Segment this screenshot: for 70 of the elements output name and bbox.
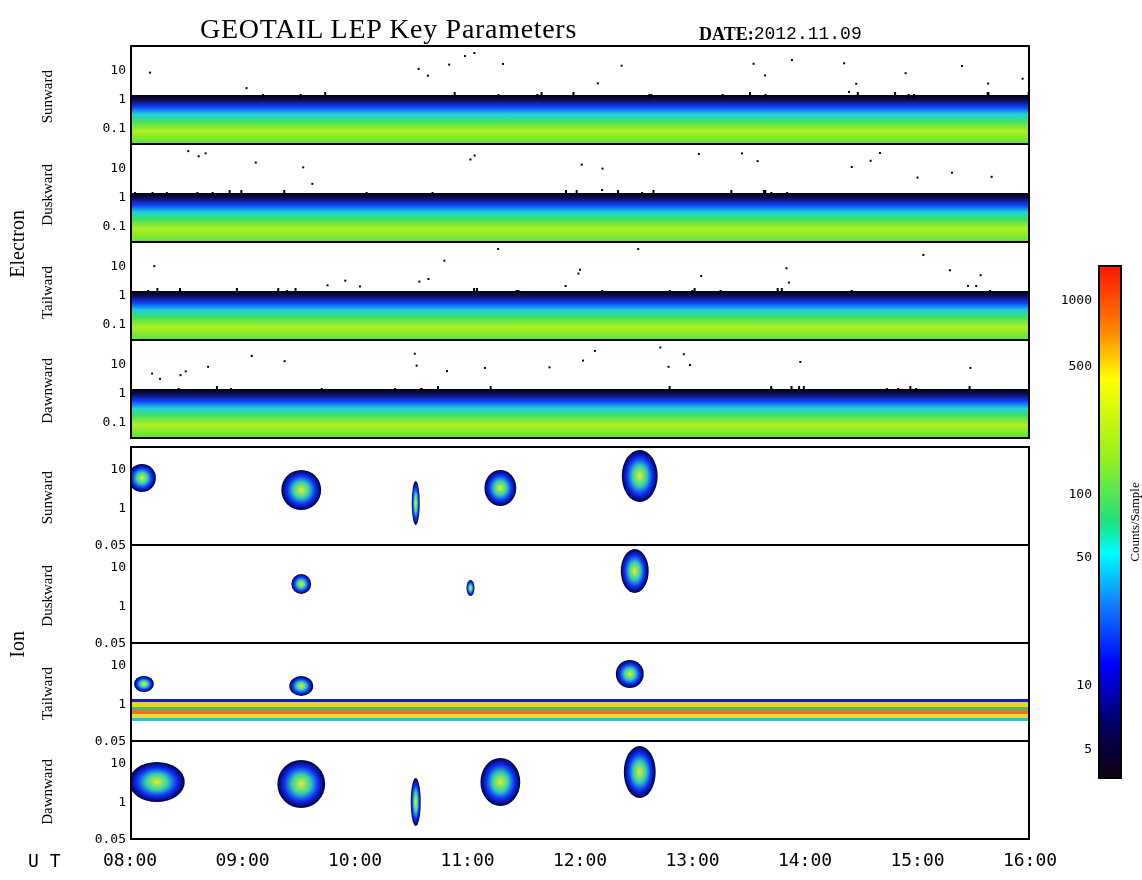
y-tick-label: 1	[118, 696, 126, 710]
y-tick-label: 1	[118, 385, 126, 399]
y-tick-label: 1	[118, 287, 126, 301]
y-tick-label: 10	[110, 62, 126, 76]
ion-burst-blob	[277, 760, 326, 809]
ion-burst-blob	[484, 470, 517, 507]
y-tick-label: 10	[110, 755, 126, 769]
colorbar-tick-label: 10	[1076, 677, 1092, 691]
ion-burst-blob	[132, 762, 185, 803]
colorbar-tick-label: 50	[1076, 549, 1092, 563]
y-tick-label: 0.1	[102, 218, 126, 232]
direction-label: Duskward	[39, 564, 55, 627]
ion-burst-blob	[281, 470, 322, 511]
group-label: Ion	[7, 631, 27, 658]
colorbar-tick-label: 1000	[1060, 292, 1092, 306]
ion-burst-blob	[615, 660, 644, 689]
x-tick-label: 10:00	[327, 851, 383, 870]
y-tick-label: 10	[110, 160, 126, 174]
direction-label: Sunward	[39, 470, 55, 525]
ion-burst-blob	[621, 450, 658, 503]
direction-label: Duskward	[39, 163, 55, 226]
x-tick-label: 14:00	[777, 851, 833, 870]
date-label: DATE:	[699, 25, 754, 44]
direction-label: Tailward	[39, 265, 55, 319]
ion-burst-blob	[466, 580, 475, 597]
direction-label: Dawnward	[39, 357, 55, 424]
x-tick-label: 11:00	[440, 851, 495, 870]
ion-burst-blob	[134, 676, 154, 693]
ion-burst-blob	[410, 778, 421, 827]
y-tick-label: 1	[118, 91, 126, 105]
x-tick-label: 15:00	[890, 851, 945, 870]
colorbar-tick-label: 100	[1068, 486, 1092, 500]
ion-burst-blob	[620, 549, 649, 594]
y-tick-label: 0.05	[94, 733, 126, 746]
direction-label: Tailward	[39, 666, 55, 720]
colorbar-label: Counts/Sample	[1128, 482, 1141, 563]
y-tick-label: 10	[110, 461, 126, 475]
y-tick-label: 0.05	[94, 537, 126, 550]
y-tick-label: 1	[118, 598, 126, 612]
direction-label: Dawnward	[39, 758, 55, 825]
colorbar-tick-label: 5	[1084, 741, 1092, 755]
y-tick-label: 0.1	[102, 414, 126, 428]
y-tick-label: 0.05	[94, 635, 126, 648]
ion-burst-blob	[291, 574, 312, 595]
ion-burst-blob	[132, 464, 156, 493]
y-tick-label: 10	[110, 657, 126, 671]
colorbar-tick-label: 500	[1068, 358, 1092, 372]
y-tick-label: 0.05	[94, 831, 126, 844]
ion-burst-blob	[480, 758, 521, 807]
date-value: 2012.11.09	[753, 25, 862, 44]
x-tick-label: 08:00	[102, 851, 158, 870]
ion-burst-blob	[289, 676, 314, 697]
ion-burst-blob	[411, 481, 420, 526]
group-label: Electron	[7, 209, 27, 278]
x-axis-label: U T	[28, 849, 61, 871]
x-tick-label: 12:00	[552, 851, 608, 870]
x-tick-label: 16:00	[1002, 851, 1058, 870]
ion-burst-blob	[623, 746, 656, 799]
x-tick-label: 09:00	[215, 851, 270, 870]
x-tick-label: 13:00	[665, 851, 720, 870]
y-tick-label: 1	[118, 794, 126, 808]
chart-title: GEOTAIL LEP Key Parameters	[200, 15, 577, 44]
direction-label: Sunward	[39, 69, 55, 124]
y-tick-label: 1	[118, 500, 126, 514]
y-tick-label: 10	[110, 356, 126, 370]
y-tick-label: 10	[110, 258, 126, 272]
y-tick-label: 0.1	[102, 316, 126, 330]
y-tick-label: 1	[118, 189, 126, 203]
y-tick-label: 0.1	[102, 120, 126, 134]
y-tick-label: 10	[110, 559, 126, 573]
